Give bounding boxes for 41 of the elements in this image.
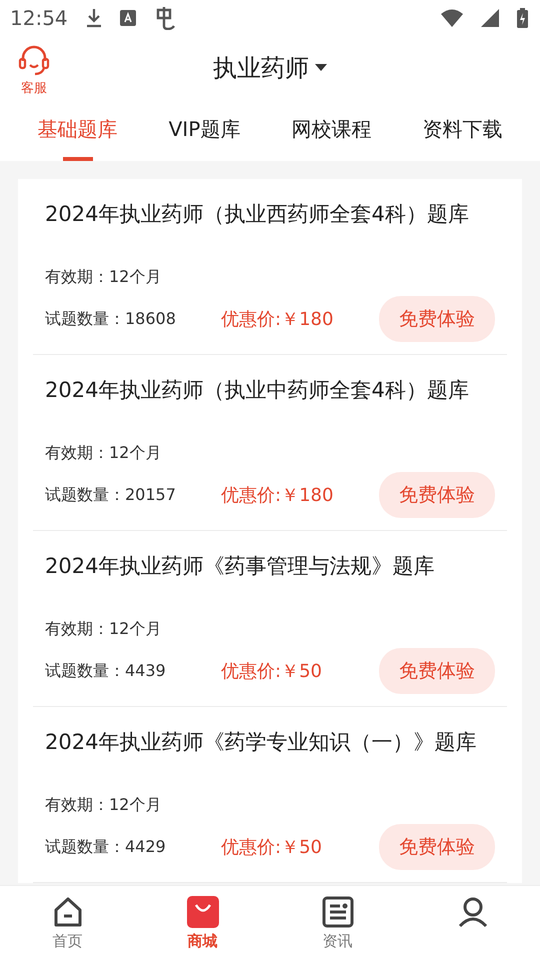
category-tab[interactable]: 资料下载 <box>418 106 506 161</box>
status-time: 12:54 <box>10 6 68 30</box>
dropdown-caret-icon[interactable] <box>315 64 327 72</box>
news-icon <box>322 896 354 928</box>
battery-icon <box>517 8 528 28</box>
free-trial-button[interactable]: 免费体验 <box>379 472 495 518</box>
free-trial-button[interactable]: 免费体验 <box>379 824 495 870</box>
free-trial-button[interactable]: 免费体验 <box>379 648 495 694</box>
nav-item[interactable]: 资讯 <box>270 886 405 960</box>
validity-text: 有效期：12个月 <box>45 795 162 816</box>
product-title[interactable]: 2024年执业药师《药事管理与法规》题库 <box>45 549 495 617</box>
price-text: 优惠价:￥50 <box>221 660 323 683</box>
person-icon <box>456 896 488 928</box>
validity-text: 有效期：12个月 <box>45 267 162 288</box>
nav-item[interactable]: 商城 <box>135 886 270 960</box>
question-count: 试题数量：18608 <box>45 308 177 330</box>
headset-icon[interactable] <box>18 45 50 77</box>
category-tab[interactable]: VIP题库 <box>164 106 244 161</box>
product-title[interactable]: 2024年执业药师（执业西药师全套4科）题库 <box>45 197 495 265</box>
free-trial-button[interactable]: 免费体验 <box>379 296 495 342</box>
shopping-bag-icon <box>186 896 218 928</box>
price-text: 优惠价:￥180 <box>221 308 334 331</box>
keyboard-icon <box>120 10 136 26</box>
home-icon <box>52 896 84 928</box>
question-count: 试题数量：4439 <box>45 660 167 682</box>
price-text: 优惠价:￥180 <box>221 484 334 507</box>
question-count: 试题数量：4429 <box>45 836 167 858</box>
wifi-icon <box>441 9 463 27</box>
signal-icon <box>481 9 499 27</box>
page-title[interactable]: 执业药师 <box>213 52 309 84</box>
category-tab[interactable]: 网校课程 <box>287 106 376 161</box>
validity-text: 有效期：12个月 <box>45 443 162 464</box>
product-title[interactable]: 2024年执业药师《药学专业知识（一）》题库 <box>45 725 495 793</box>
price-text: 优惠价:￥50 <box>221 836 323 859</box>
category-tab[interactable]: 基础题库 <box>34 106 122 161</box>
product-title[interactable]: 2024年执业药师（执业中药师全套4科）题库 <box>45 373 495 441</box>
nav-item[interactable]: 首页 <box>0 886 135 960</box>
download-icon <box>86 8 102 28</box>
service-label[interactable]: 客服 <box>21 79 47 97</box>
question-count: 试题数量：20157 <box>45 484 177 506</box>
validity-text: 有效期：12个月 <box>45 619 162 640</box>
